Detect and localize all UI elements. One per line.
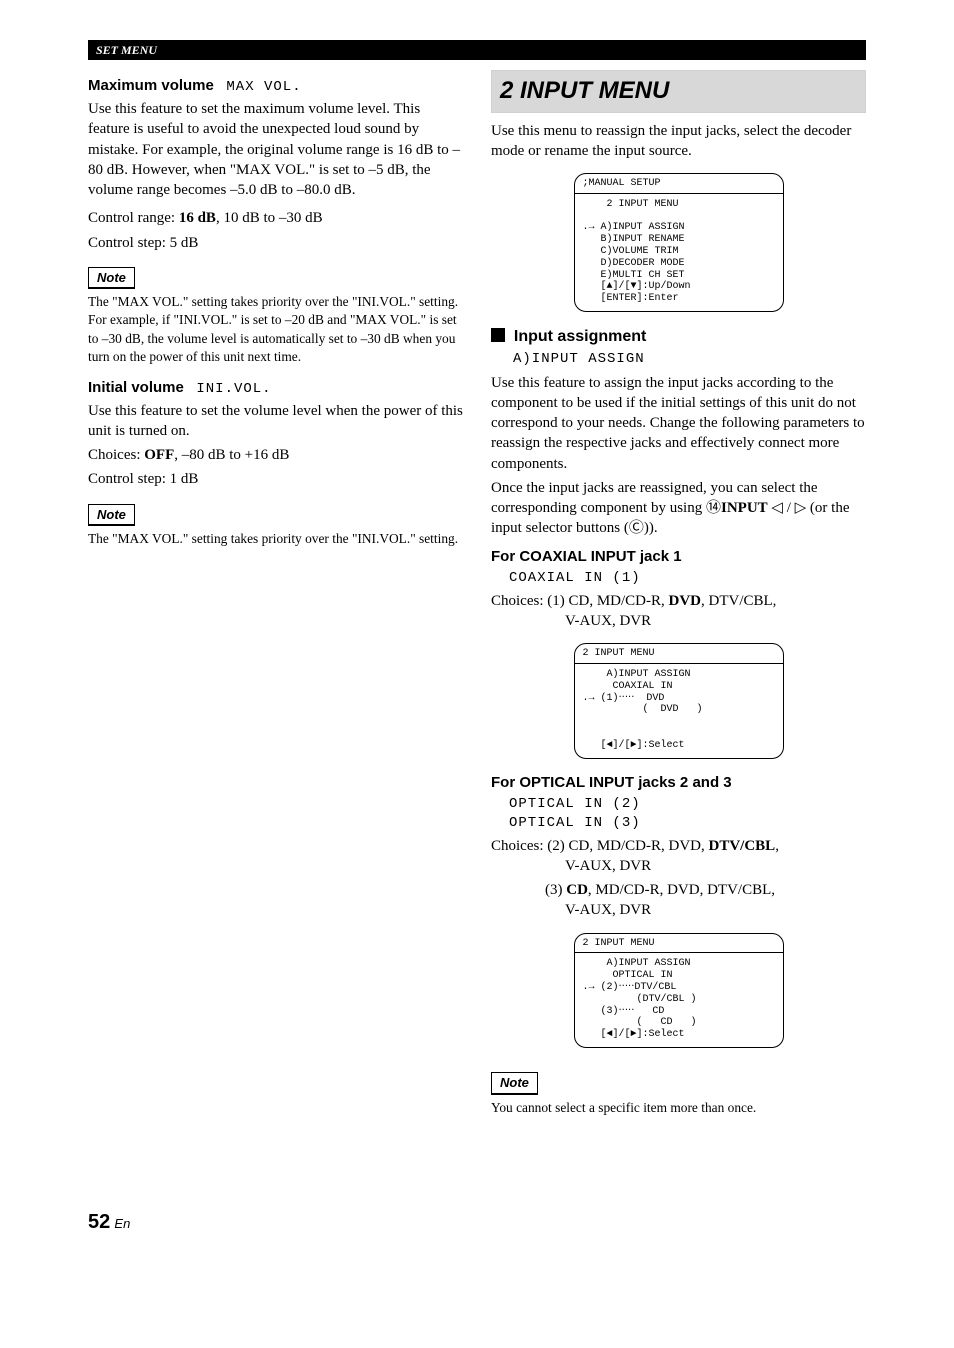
opt3-pre: (3) (545, 882, 566, 898)
note-label: Note (88, 267, 135, 290)
page-number: 52 En (88, 1209, 866, 1236)
input-assign-code: A)INPUT ASSIGN (513, 350, 866, 369)
section-title: 2 INPUT MENU (491, 70, 866, 112)
opt2-bold: DTV/CBL (709, 838, 776, 854)
osd-manual-setup: ;MANUAL SETUP 2 INPUT MENU .→ A)INPUT AS… (574, 173, 784, 312)
ini-vol-title: Initial volume (88, 379, 184, 396)
two-column-layout: Maximum volume MAX VOL. Use this feature… (88, 70, 866, 1128)
right-tri-icon: ▷ (795, 499, 807, 516)
opt2-pre: Choices: (2) CD, MD/CD-R, DVD, (491, 838, 709, 854)
ini-vol-code: INI.VOL. (196, 381, 271, 397)
ini-choices-post: , –80 dB to +16 dB (174, 447, 289, 463)
max-vol-note-text: The "MAX VOL." setting takes priority ov… (88, 293, 463, 365)
max-vol-step: Control step: 5 dB (88, 233, 463, 253)
right-note-text: You cannot select a specific item more t… (491, 1099, 866, 1117)
ia-p2-bold: INPUT (721, 500, 768, 516)
ia-p2-pre: Once the input jacks are reassigned, you… (491, 480, 818, 516)
opt-code-2: OPTICAL IN (3) (509, 814, 866, 833)
ini-vol-step: Control step: 1 dB (88, 469, 463, 489)
left-tri-icon: ◁ (771, 499, 783, 516)
max-vol-code: MAX VOL. (226, 79, 301, 95)
opt-heading: For OPTICAL INPUT jacks 2 and 3 (491, 773, 866, 793)
input-assign-title: Input assignment (514, 328, 646, 345)
input-menu-intro: Use this menu to reassign the input jack… (491, 121, 866, 162)
opt2-l2: V-AUX, DVR (491, 858, 651, 874)
max-vol-heading: Maximum volume MAX VOL. (88, 76, 463, 97)
coax-l2: V-AUX, DVR (491, 613, 651, 629)
page-num-suffix: En (114, 1216, 130, 1231)
max-vol-range: Control range: 16 dB, 10 dB to –30 dB (88, 208, 463, 228)
spacer (188, 379, 192, 396)
page-num-value: 52 (88, 1211, 110, 1233)
left-column: Maximum volume MAX VOL. Use this feature… (88, 70, 463, 1128)
coax-bold: DVD (669, 593, 702, 609)
coax-post: , DTV/CBL, (701, 593, 776, 609)
osd-title: ;MANUAL SETUP (575, 178, 783, 194)
opt3-l2: V-AUX, DVR (545, 900, 651, 920)
opt2-post: , (775, 838, 779, 854)
input-assign-para2: Once the input jacks are reassigned, you… (491, 478, 866, 539)
ini-choices-pre: Choices: (88, 447, 144, 463)
opt3-post: , MD/CD-R, DVD, DTV/CBL, (588, 882, 775, 898)
osd-body: 2 INPUT MENU .→ A)INPUT ASSIGN B)INPUT R… (575, 199, 783, 305)
opt-choices-3: (3) CD, MD/CD-R, DVD, DTV/CBL, V-AUX, DV… (491, 880, 866, 921)
opt-code-1: OPTICAL IN (2) (509, 795, 866, 814)
ia-p2-end: )). (644, 520, 658, 536)
ini-vol-desc: Use this feature to set the volume level… (88, 401, 463, 442)
coax-choices: Choices: (1) CD, MD/CD-R, DVD, DTV/CBL, … (491, 591, 866, 632)
osd-body: A)INPUT ASSIGN COAXIAL IN .→ (1)‧‧‧‧‧ DV… (575, 669, 783, 752)
range-post: , 10 dB to –30 dB (216, 210, 323, 226)
ini-choices-bold: OFF (144, 447, 174, 463)
range-pre: Control range: (88, 210, 179, 226)
coax-pre: Choices: (1) CD, MD/CD-R, (491, 593, 669, 609)
input-assign-heading: Input assignment (491, 326, 866, 348)
coax-code: COAXIAL IN (1) (509, 569, 866, 588)
max-vol-desc: Use this feature to set the maximum volu… (88, 99, 463, 200)
range-bold: 16 dB (179, 210, 216, 226)
right-column: 2 INPUT MENU Use this menu to reassign t… (491, 70, 866, 1128)
ini-vol-note-text: The "MAX VOL." setting takes priority ov… (88, 530, 463, 548)
square-bullet-icon (491, 328, 505, 342)
key-14: ⑭ (706, 500, 721, 516)
note-label: Note (88, 504, 135, 527)
ini-vol-choices: Choices: OFF, –80 dB to +16 dB (88, 445, 463, 465)
osd-title: 2 INPUT MENU (575, 648, 783, 664)
key-c: Ⓒ (629, 520, 644, 536)
osd-coax: 2 INPUT MENU A)INPUT ASSIGN COAXIAL IN .… (574, 643, 784, 758)
osd-body: A)INPUT ASSIGN OPTICAL IN .→ (2)‧‧‧‧‧DTV… (575, 958, 783, 1041)
ini-vol-heading: Initial volume INI.VOL. (88, 378, 463, 399)
osd-title: 2 INPUT MENU (575, 938, 783, 954)
opt3-bold: CD (566, 882, 588, 898)
max-vol-title: Maximum volume (88, 77, 214, 94)
note-label: Note (491, 1072, 538, 1095)
opt-choices-2: Choices: (2) CD, MD/CD-R, DVD, DTV/CBL, … (491, 836, 866, 877)
input-assign-desc: Use this feature to assign the input jac… (491, 373, 866, 474)
section-header-bar: SET MENU (88, 40, 866, 60)
osd-optical: 2 INPUT MENU A)INPUT ASSIGN OPTICAL IN .… (574, 933, 784, 1048)
spacer (218, 77, 222, 94)
coax-heading: For COAXIAL INPUT jack 1 (491, 547, 866, 567)
